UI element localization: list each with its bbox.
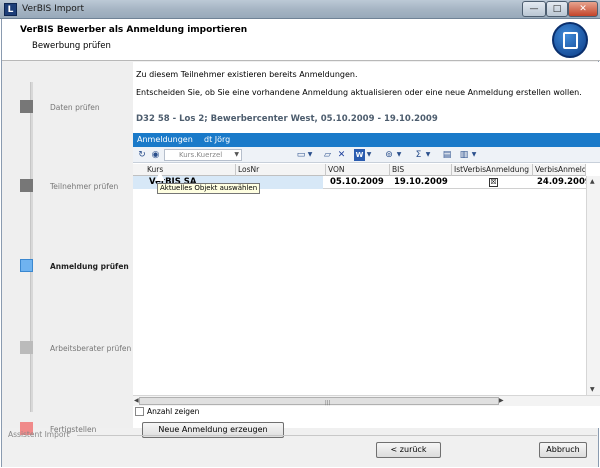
- close-button[interactable]: ✕: [568, 1, 598, 17]
- cell-von: 05.10.2009: [330, 177, 384, 187]
- report-dropdown-icon[interactable]: ▼: [396, 149, 402, 161]
- wizard-header: VerBIS Bewerber als Anmeldung importiere…: [2, 19, 600, 61]
- step-label-arbeitsberater: Arbeitsberater prüfen: [50, 344, 132, 353]
- cell-istverbis-checkbox[interactable]: ☒: [489, 178, 498, 187]
- scroll-left-icon[interactable]: ◀: [134, 397, 139, 404]
- tab-anmeldungen[interactable]: Anmeldungen: [137, 133, 193, 147]
- back-button[interactable]: < zurück: [376, 442, 441, 458]
- open-folder-icon[interactable]: ▱: [322, 149, 333, 161]
- wizard-logo-icon: [552, 22, 588, 58]
- select-object-icon[interactable]: ◉: [150, 149, 161, 161]
- sum-dropdown-icon[interactable]: ▼: [425, 149, 431, 161]
- wizard-steps: Daten prüfen Teilnehmer prüfen Anmeldung…: [2, 62, 133, 435]
- scroll-right-icon[interactable]: ▶: [499, 397, 504, 404]
- title-bar: L VerBIS Import — □ ✕: [0, 0, 600, 19]
- new-document-dropdown-icon[interactable]: ▼: [307, 149, 313, 161]
- intro-text: Zu diesem Teilnehmer existieren bereits …: [136, 70, 358, 79]
- wizard-window: VerBIS Bewerber als Anmeldung importiere…: [1, 19, 600, 467]
- main-panel: Zu diesem Teilnehmer existieren bereits …: [133, 62, 600, 438]
- tooltip: Aktuelles Objekt auswählen: [157, 183, 261, 194]
- mouse-cursor-icon: [155, 172, 165, 181]
- new-document-icon[interactable]: ▭: [296, 149, 306, 161]
- columns-icon[interactable]: ▥: [458, 149, 470, 161]
- sum-icon[interactable]: Σ: [413, 149, 424, 161]
- step-marker-anmeldung: [20, 259, 33, 272]
- step-marker-teilnehmer: [20, 179, 33, 192]
- minimize-button[interactable]: —: [522, 1, 546, 17]
- horizontal-scroll-thumb[interactable]: |||: [139, 397, 499, 406]
- grid-header-bar: Anmeldungen dt Jörg: [133, 133, 600, 147]
- refresh-icon[interactable]: ↻: [137, 149, 147, 161]
- column-header-istverbisanmeldung[interactable]: IstVerbisAnmeldung: [452, 164, 533, 176]
- app-icon: L: [4, 3, 17, 16]
- step-label-teilnehmer: Teilnehmer prüfen: [50, 182, 119, 191]
- step-label-anmeldung: Anmeldung prüfen: [50, 262, 129, 271]
- scroll-down-icon[interactable]: ▼: [590, 386, 595, 393]
- course-info: D32 58 - Los 2; Bewerbercenter West, 05.…: [136, 114, 438, 124]
- show-count-checkbox[interactable]: [135, 407, 144, 416]
- cancel-button[interactable]: Abbruch: [539, 442, 587, 458]
- column-header-verbisanmeldung[interactable]: VerbisAnmeldun: [533, 164, 586, 176]
- window-title: VerBIS Import: [22, 4, 84, 14]
- report-icon[interactable]: ⊚: [383, 149, 395, 161]
- cell-verbisanmeldung: 24.09.2009: [537, 177, 586, 187]
- step-marker-daten: [20, 100, 33, 113]
- wizard-subtitle: Bewerbung prüfen: [32, 41, 111, 51]
- column-header-losnr[interactable]: LosNr: [236, 164, 326, 176]
- grid-column-headers: Kurs LosNr VON BIS IstVerbisAnmeldung Ve…: [133, 164, 586, 176]
- show-count-label: Anzahl zeigen: [147, 407, 200, 416]
- layout-icon[interactable]: ▤: [441, 149, 453, 161]
- user-label: dt Jörg: [204, 135, 231, 144]
- maximize-button[interactable]: □: [546, 1, 568, 17]
- grid-toolbar: ↻ ◉ Kurs.Kuerzel ▼ ▭ ▼ ▱ ✕ W ▼ ⊚ ▼ Σ ▼ ▤…: [133, 147, 600, 163]
- wizard-title: VerBIS Bewerber als Anmeldung importiere…: [20, 25, 248, 35]
- delete-icon[interactable]: ✕: [336, 149, 347, 161]
- step-marker-arbeitsberater: [20, 341, 33, 354]
- word-export-dropdown-icon[interactable]: ▼: [366, 149, 372, 161]
- vertical-scrollbar[interactable]: ▲ ▼: [586, 176, 600, 395]
- footer-group-label: Assistent Import: [8, 430, 70, 439]
- course-filter-combo[interactable]: Kurs.Kuerzel ▼: [164, 149, 242, 161]
- footer-divider: [77, 435, 597, 436]
- cell-bis: 19.10.2009: [394, 177, 448, 187]
- instruction-text: Entscheiden Sie, ob Sie eine vorhandene …: [136, 88, 582, 97]
- steps-rail: [30, 82, 33, 412]
- scroll-up-icon[interactable]: ▲: [590, 178, 595, 185]
- column-header-kurs[interactable]: Kurs: [133, 164, 236, 176]
- word-export-icon[interactable]: W: [354, 149, 365, 161]
- column-header-bis[interactable]: BIS: [390, 164, 452, 176]
- step-label-daten: Daten prüfen: [50, 103, 100, 112]
- column-header-von[interactable]: VON: [326, 164, 390, 176]
- columns-dropdown-icon[interactable]: ▼: [471, 149, 477, 161]
- horizontal-scrollbar[interactable]: ◀ ||| ▶: [133, 395, 600, 406]
